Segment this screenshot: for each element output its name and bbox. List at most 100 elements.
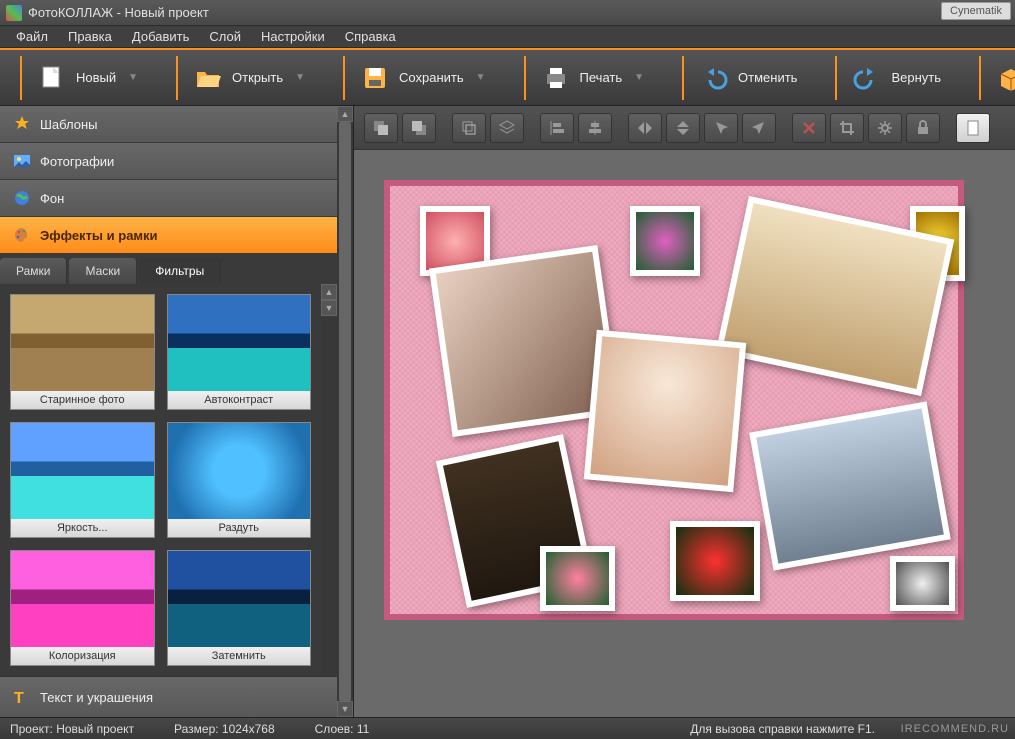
menu-layer[interactable]: Слой [199, 27, 251, 46]
collage-photo[interactable] [584, 330, 747, 493]
sidebar-item-text[interactable]: T Текст и украшения [0, 676, 337, 717]
settings-button[interactable] [868, 113, 902, 143]
sidebar-item-photos[interactable]: Фотографии [0, 143, 337, 180]
filter-brightness[interactable]: Яркость... [10, 422, 155, 538]
window-title: ФотоКОЛЛАЖ - Новый проект [28, 5, 209, 20]
flip-v-button[interactable] [666, 113, 700, 143]
scroll-up-icon[interactable]: ▲ [321, 284, 337, 300]
tab-masks[interactable]: Маски [69, 258, 137, 284]
printer-icon [540, 62, 572, 94]
statusbar: Проект: Новый проект Размер: 1024x768 Сл… [0, 717, 1015, 739]
filter-label: Старинное фото [11, 391, 154, 409]
undo-button[interactable]: Отменить [682, 56, 811, 100]
collage-photo[interactable] [540, 546, 615, 611]
photo-icon [12, 151, 32, 171]
filter-label: Яркость... [11, 519, 154, 537]
star-icon [12, 114, 32, 134]
filter-scrollbar[interactable]: ▲ ▼ [321, 284, 337, 676]
collage-photo[interactable] [670, 521, 760, 601]
open-button[interactable]: Открыть▼ [176, 56, 319, 100]
sidebar-item-effects[interactable]: Эффекты и рамки [0, 217, 337, 254]
scroll-down-icon[interactable]: ▼ [321, 300, 337, 316]
folder-open-icon [192, 62, 224, 94]
canvas-viewport[interactable] [354, 150, 1015, 717]
sidebar-item-background[interactable]: Фон [0, 180, 337, 217]
sidebar-item-label: Шаблоны [40, 117, 98, 132]
titlebar: ФотоКОЛЛАЖ - Новый проект [0, 0, 1015, 26]
new-button[interactable]: Новый▼ [20, 56, 152, 100]
menu-settings[interactable]: Настройки [251, 27, 335, 46]
filter-grid: Старинное фото Автоконтраст Яркость... [0, 284, 321, 676]
menu-add[interactable]: Добавить [122, 27, 199, 46]
bring-front-button[interactable] [364, 113, 398, 143]
canvas-area [354, 106, 1015, 717]
sidebar-item-label: Эффекты и рамки [40, 228, 158, 243]
sidebar-item-label: Текст и украшения [40, 690, 153, 705]
undo-icon [698, 62, 730, 94]
status-layers: Слоев: 11 [315, 722, 370, 736]
tab-frames[interactable]: Рамки [0, 258, 67, 284]
layer-button[interactable] [490, 113, 524, 143]
collage-photo[interactable] [890, 556, 955, 611]
redo-button[interactable]: Вернуть [835, 56, 955, 100]
save-icon [359, 62, 391, 94]
crop-button[interactable] [830, 113, 864, 143]
align-left-button[interactable] [540, 113, 574, 143]
menu-help[interactable]: Справка [335, 27, 406, 46]
chevron-down-icon: ▼ [295, 72, 305, 83]
sidebar-scrollbar[interactable]: ▲ ▼ [337, 106, 353, 717]
svg-text:T: T [14, 690, 24, 707]
rotate-right-button[interactable] [742, 113, 776, 143]
sidebar-item-label: Фотографии [40, 154, 114, 169]
menu-edit[interactable]: Правка [58, 27, 122, 46]
rotate-left-button[interactable] [704, 113, 738, 143]
menubar: Файл Правка Добавить Слой Настройки Спра… [0, 26, 1015, 48]
sidebar-item-label: Фон [40, 191, 64, 206]
filter-label: Автоконтраст [168, 391, 311, 409]
flip-h-button[interactable] [628, 113, 662, 143]
box-icon [995, 62, 1015, 94]
align-center-button[interactable] [578, 113, 612, 143]
status-help: Для вызова справки нажмите F1. [690, 722, 875, 736]
send-back-button[interactable] [402, 113, 436, 143]
filter-label: Колоризация [11, 647, 154, 665]
main-toolbar: Новый▼ Открыть▼ Сохранить▼ Печать▼ Отмен… [0, 48, 1015, 106]
programs-button[interactable]: Программы▼ [979, 56, 1015, 100]
filter-blowup[interactable]: Раздуть [167, 422, 312, 538]
menu-file[interactable]: Файл [6, 27, 58, 46]
filter-darken[interactable]: Затемнить [167, 550, 312, 666]
chevron-down-icon: ▼ [128, 72, 138, 83]
collage-photo[interactable] [630, 206, 700, 276]
globe-icon [12, 188, 32, 208]
app-icon [6, 5, 22, 21]
duplicate-button[interactable] [452, 113, 486, 143]
filter-autocontrast[interactable]: Автоконтраст [167, 294, 312, 410]
save-button[interactable]: Сохранить▼ [343, 56, 500, 100]
filter-sepia[interactable]: Старинное фото [10, 294, 155, 410]
lock-button[interactable] [906, 113, 940, 143]
new-page-button[interactable] [956, 113, 990, 143]
palette-icon [12, 225, 32, 245]
chevron-down-icon: ▼ [476, 72, 486, 83]
chevron-down-icon: ▼ [634, 72, 644, 83]
tab-filters[interactable]: Фильтры [139, 258, 221, 284]
print-button[interactable]: Печать▼ [524, 56, 659, 100]
status-size: Размер: 1024x768 [174, 722, 275, 736]
delete-button[interactable] [792, 113, 826, 143]
status-project: Проект: Новый проект [10, 722, 134, 736]
redo-icon [851, 62, 883, 94]
collage-canvas[interactable] [384, 180, 964, 620]
effect-tabs: Рамки Маски Фильтры [0, 254, 337, 284]
filter-colorize[interactable]: Колоризация [10, 550, 155, 666]
text-icon: T [12, 687, 32, 707]
scroll-up-icon[interactable]: ▲ [337, 106, 353, 122]
scroll-down-icon[interactable]: ▼ [337, 701, 353, 717]
collage-photo[interactable] [749, 401, 951, 570]
sidebar-item-templates[interactable]: Шаблоны [0, 106, 337, 143]
watermark-bottom: IRECOMMEND.RU [901, 723, 1009, 735]
filter-label: Затемнить [168, 647, 311, 665]
new-file-icon [36, 62, 68, 94]
watermark-top: Cynematik [941, 2, 1011, 20]
canvas-toolbar [354, 106, 1015, 150]
sidebar: Шаблоны Фотографии Фон Эффекты и рамки Р… [0, 106, 354, 717]
